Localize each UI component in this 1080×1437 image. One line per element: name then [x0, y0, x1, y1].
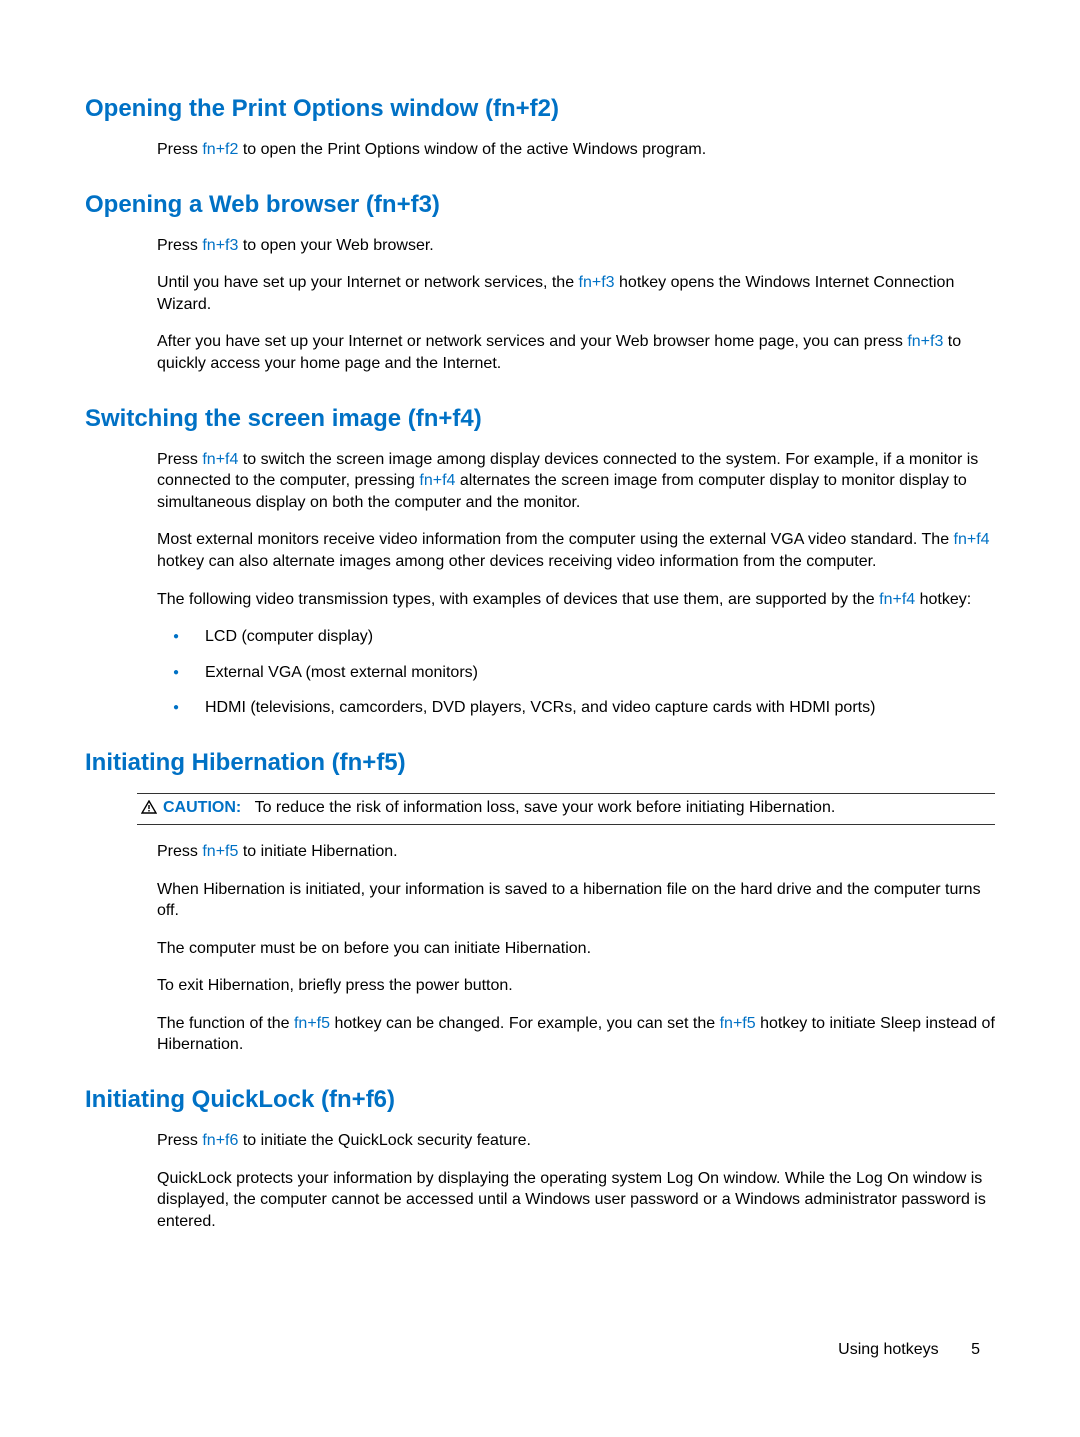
caution-box: CAUTION: To reduce the risk of informati… [137, 793, 995, 825]
paragraph: After you have set up your Internet or n… [157, 331, 995, 374]
hotkey-fn-f4: fn+f4 [202, 451, 238, 468]
paragraph: Press fn+f6 to initiate the QuickLock se… [157, 1130, 995, 1152]
text: to initiate Hibernation. [238, 843, 397, 860]
hotkey-fn-f5: fn+f5 [720, 1015, 756, 1032]
text: hotkey can also alternate images among o… [157, 553, 877, 570]
heading-fn-f2: Opening the Print Options window (fn+f2) [85, 95, 995, 123]
text: Most external monitors receive video inf… [157, 531, 954, 548]
heading-fn-f6: Initiating QuickLock (fn+f6) [85, 1086, 995, 1114]
paragraph: Press fn+f4 to switch the screen image a… [157, 449, 995, 514]
hotkey-fn-f3: fn+f3 [907, 333, 943, 350]
paragraph: Most external monitors receive video inf… [157, 529, 995, 572]
hotkey-fn-f4: fn+f4 [419, 472, 455, 489]
paragraph: Press fn+f5 to initiate Hibernation. [157, 841, 995, 863]
caution-text: To reduce the risk of information loss, … [255, 799, 836, 816]
list-item: HDMI (televisions, camcorders, DVD playe… [157, 697, 995, 719]
list-item: LCD (computer display) [157, 626, 995, 648]
text: After you have set up your Internet or n… [157, 333, 907, 350]
text: to initiate the QuickLock security featu… [238, 1132, 531, 1149]
text: The function of the [157, 1015, 294, 1032]
paragraph: To exit Hibernation, briefly press the p… [157, 975, 995, 997]
text: Press [157, 237, 202, 254]
paragraph: Press fn+f2 to open the Print Options wi… [157, 139, 995, 161]
page-footer: Using hotkeys 5 [838, 1341, 980, 1359]
section-quicklock: Initiating QuickLock (fn+f6) Press fn+f6… [85, 1086, 995, 1232]
hotkey-fn-f2: fn+f2 [202, 141, 238, 158]
hotkey-fn-f5: fn+f5 [202, 843, 238, 860]
caution-icon [141, 800, 157, 819]
text: Press [157, 141, 202, 158]
list-item: External VGA (most external monitors) [157, 662, 995, 684]
hotkey-fn-f5: fn+f5 [294, 1015, 330, 1032]
text: Press [157, 843, 202, 860]
section-web-browser: Opening a Web browser (fn+f3) Press fn+f… [85, 191, 995, 375]
text: Until you have set up your Internet or n… [157, 274, 579, 291]
video-types-list: LCD (computer display) External VGA (mos… [157, 626, 995, 719]
hotkey-fn-f3: fn+f3 [202, 237, 238, 254]
paragraph: QuickLock protects your information by d… [157, 1168, 995, 1233]
heading-fn-f5: Initiating Hibernation (fn+f5) [85, 749, 995, 777]
section-print-options: Opening the Print Options window (fn+f2)… [85, 95, 995, 161]
paragraph: When Hibernation is initiated, your info… [157, 879, 995, 922]
section-screen-image: Switching the screen image (fn+f4) Press… [85, 405, 995, 719]
paragraph: The computer must be on before you can i… [157, 938, 995, 960]
hotkey-fn-f4: fn+f4 [954, 531, 990, 548]
text: hotkey: [915, 591, 971, 608]
heading-fn-f3: Opening a Web browser (fn+f3) [85, 191, 995, 219]
heading-fn-f4: Switching the screen image (fn+f4) [85, 405, 995, 433]
caution-label: CAUTION: [163, 799, 241, 816]
page-content: Opening the Print Options window (fn+f2)… [0, 0, 1080, 1232]
text: hotkey can be changed. For example, you … [330, 1015, 720, 1032]
paragraph: Until you have set up your Internet or n… [157, 272, 995, 315]
text: Press [157, 451, 202, 468]
paragraph: Press fn+f3 to open your Web browser. [157, 235, 995, 257]
text: to open the Print Options window of the … [238, 141, 706, 158]
page-number: 5 [971, 1341, 980, 1358]
section-hibernation: Initiating Hibernation (fn+f5) CAUTION: … [85, 749, 995, 1056]
footer-label: Using hotkeys [838, 1341, 939, 1358]
paragraph: The function of the fn+f5 hotkey can be … [157, 1013, 995, 1056]
hotkey-fn-f4: fn+f4 [879, 591, 915, 608]
hotkey-fn-f3: fn+f3 [579, 274, 615, 291]
text: The following video transmission types, … [157, 591, 879, 608]
hotkey-fn-f6: fn+f6 [202, 1132, 238, 1149]
text: Press [157, 1132, 202, 1149]
text: to open your Web browser. [238, 237, 433, 254]
paragraph: The following video transmission types, … [157, 589, 995, 611]
